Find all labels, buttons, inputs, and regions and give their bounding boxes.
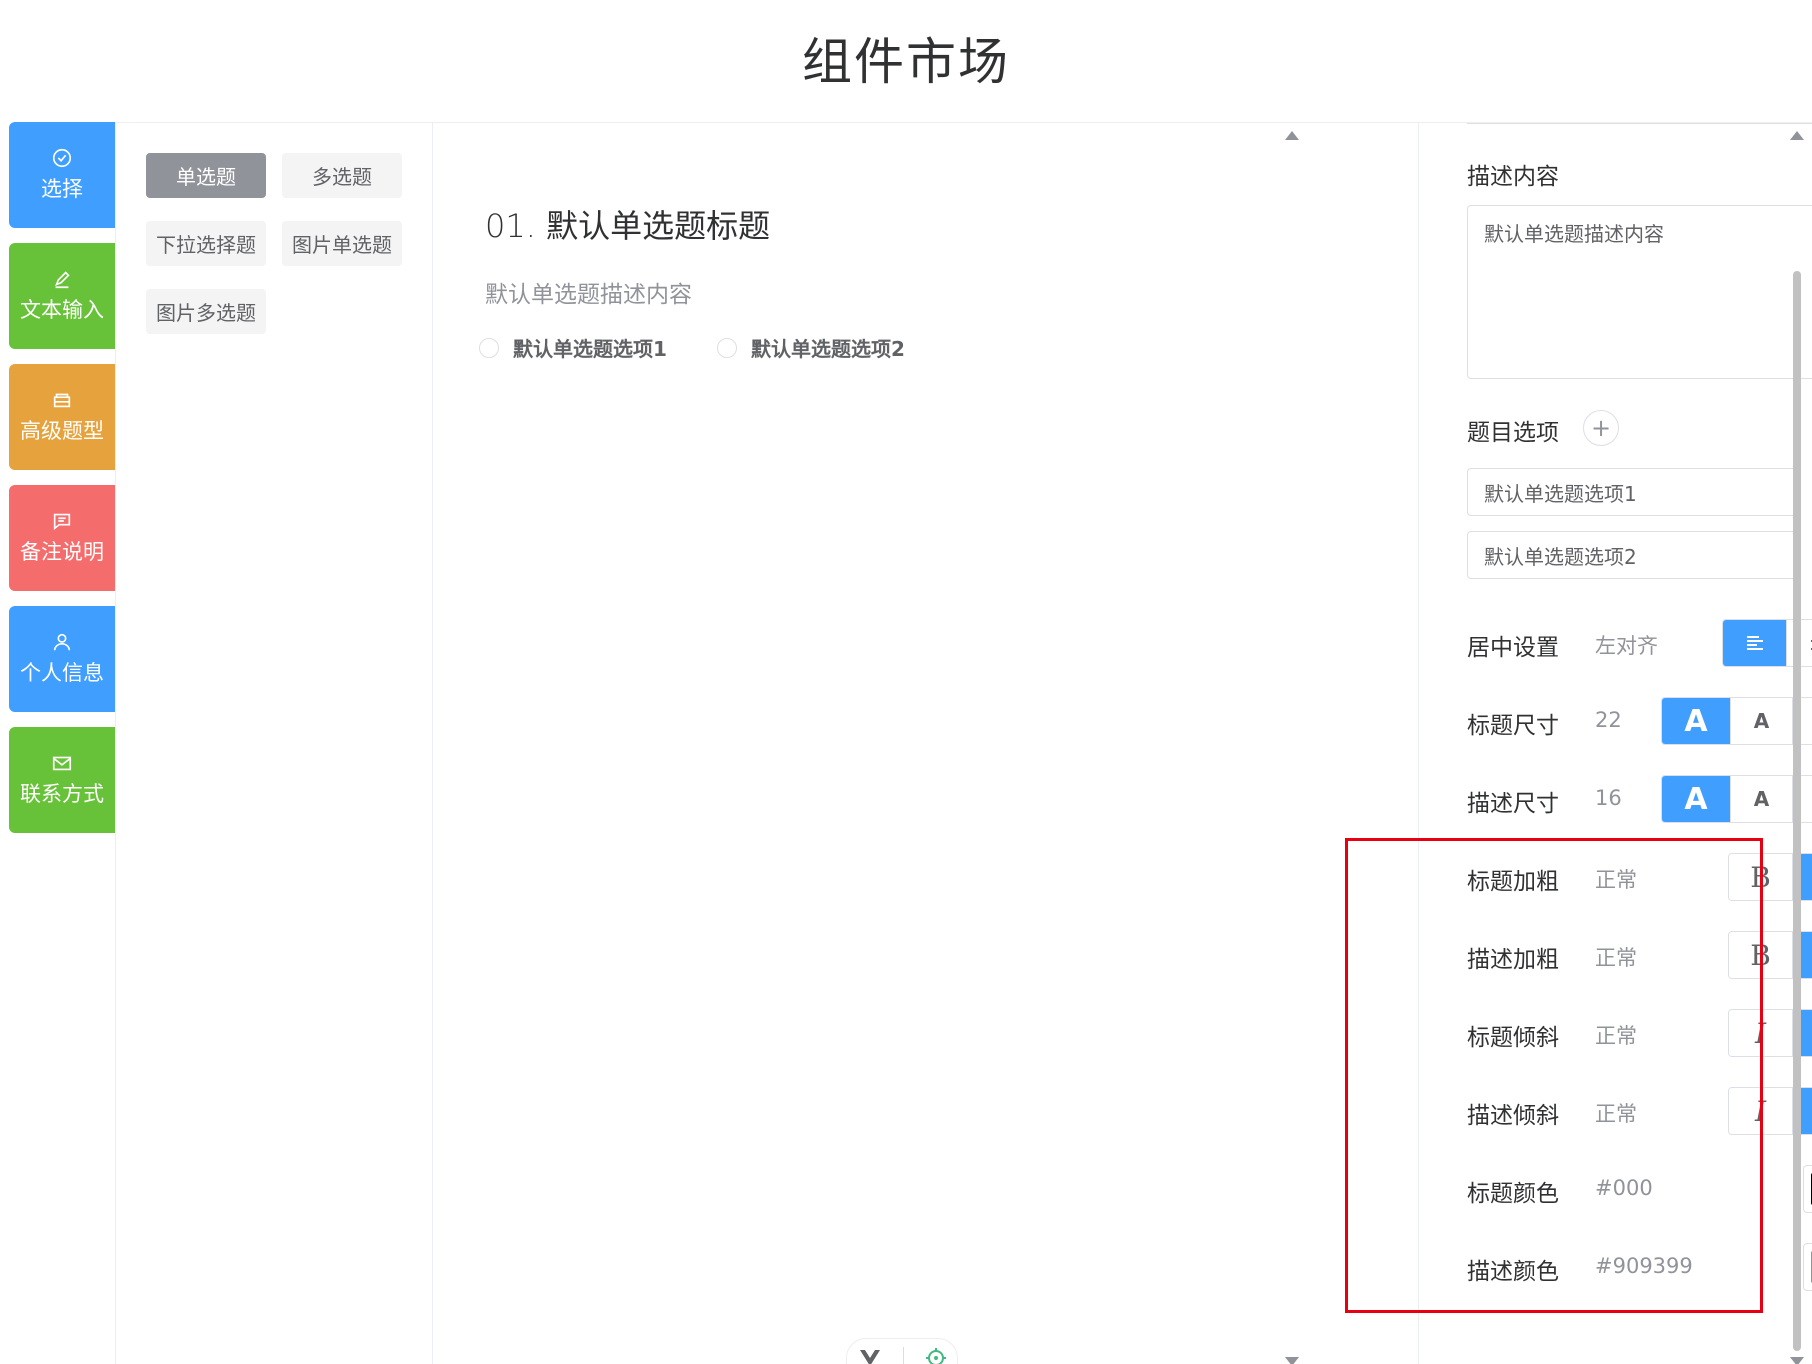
question-title[interactable]: 01. 默认单选题标题 <box>485 201 770 247</box>
chip-single-choice[interactable]: 单选题 <box>146 153 266 198</box>
chip-image-single[interactable]: 图片单选题 <box>282 221 402 266</box>
radio-button[interactable] <box>479 337 499 358</box>
option-label: 默认单选题选项2 <box>751 337 905 361</box>
size-medium-button[interactable]: A <box>1731 698 1793 744</box>
question-desc: 默认单选题描述内容 <box>485 282 692 308</box>
nav-item-label: 选择 <box>41 177 83 201</box>
edit-pen-icon <box>55 271 70 289</box>
nav-item-label: 联系方式 <box>20 782 104 806</box>
check-circle-icon <box>52 148 72 168</box>
chip-dropdown[interactable]: 下拉选择题 <box>146 221 266 266</box>
size-large-button[interactable]: A <box>1662 776 1731 822</box>
desc-content-label: 描述内容 <box>1467 164 1559 190</box>
nav-item-label: 高级题型 <box>20 419 104 443</box>
nav-item-notes[interactable]: 备注说明 <box>9 485 115 591</box>
mail-icon <box>52 756 72 771</box>
inbox-icon <box>53 393 71 408</box>
options-label: 题目选项 <box>1467 420 1559 446</box>
scroll-thumb[interactable] <box>1793 271 1801 1351</box>
scroll-up-icon[interactable] <box>1790 131 1804 140</box>
question-title-text: 默认单选题标题 <box>546 207 771 245</box>
option-input[interactable]: 默认单选题选项2 <box>1467 531 1801 579</box>
chip-multi-choice[interactable]: 多选题 <box>282 153 402 198</box>
highlight-box <box>1345 838 1763 1313</box>
scroll-down-icon[interactable] <box>1285 1357 1299 1364</box>
title-size-value: 22 <box>1595 708 1622 732</box>
align-left-button[interactable] <box>1723 620 1787 666</box>
nav-item-label: 备注说明 <box>20 540 104 564</box>
chat-note-icon <box>53 513 71 531</box>
user-icon <box>53 633 71 651</box>
question-option[interactable]: 默认单选题选项2 <box>717 333 905 362</box>
align-label: 居中设置 <box>1467 635 1559 661</box>
nav-item-text-input[interactable]: 文本输入 <box>9 243 115 349</box>
size-large-button[interactable]: A <box>1662 698 1731 744</box>
nav-item-label: 文本输入 <box>20 298 104 322</box>
component-palette: 单选题 多选题 下拉选择题 图片单选题 图片多选题 <box>115 123 433 1364</box>
plus-icon: + <box>1590 414 1612 442</box>
desc-size-label: 描述尺寸 <box>1467 791 1559 817</box>
title-size-label: 标题尺寸 <box>1467 713 1559 739</box>
title-color-picker[interactable] <box>1803 1165 1812 1213</box>
scroll-up-icon[interactable] <box>1285 131 1299 140</box>
settings-scrollbar[interactable] <box>1790 131 1804 1364</box>
align-center-icon <box>1810 640 1812 650</box>
radio-button[interactable] <box>717 337 737 358</box>
add-option-button[interactable]: + <box>1583 410 1619 446</box>
size-medium-button[interactable]: A <box>1731 776 1793 822</box>
option-label: 默认单选题选项1 <box>513 337 667 361</box>
target-icon[interactable] <box>925 1347 947 1364</box>
nav-item-personal-info[interactable]: 个人信息 <box>9 606 115 712</box>
preview-canvas: 01. 默认单选题标题 默认单选题描述内容 默认单选题选项1 默认单选题选项2 <box>433 123 1419 1364</box>
align-value: 左对齐 <box>1595 634 1658 658</box>
desc-size-value: 16 <box>1595 786 1622 810</box>
nav-item-contact[interactable]: 联系方式 <box>9 727 115 833</box>
vue-logo-icon[interactable] <box>858 1348 882 1364</box>
category-nav: 选择 文本输入 高级题型 备注说明 个人信息 联系方式 <box>9 122 115 848</box>
question-number: 01. <box>485 207 536 245</box>
desc-color-picker[interactable] <box>1803 1243 1812 1291</box>
chip-image-multi[interactable]: 图片多选题 <box>146 289 266 334</box>
divider <box>1467 123 1812 124</box>
align-left-icon <box>1746 636 1763 650</box>
desc-content-textarea[interactable]: 默认单选题描述内容 <box>1467 205 1812 379</box>
page-title: 组件市场 <box>802 33 1010 91</box>
nav-item-advanced[interactable]: 高级题型 <box>9 364 115 470</box>
textarea-value: 默认单选题描述内容 <box>1484 222 1664 246</box>
nav-item-label: 个人信息 <box>20 661 104 685</box>
option-input[interactable]: 默认单选题选项1 <box>1467 468 1801 516</box>
canvas-scrollbar[interactable] <box>1285 131 1299 1364</box>
question-option[interactable]: 默认单选题选项1 <box>479 333 667 362</box>
devtools-bar <box>846 1338 958 1364</box>
divider <box>902 1347 904 1364</box>
scroll-down-icon[interactable] <box>1790 1357 1804 1364</box>
nav-item-select[interactable]: 选择 <box>9 122 115 228</box>
